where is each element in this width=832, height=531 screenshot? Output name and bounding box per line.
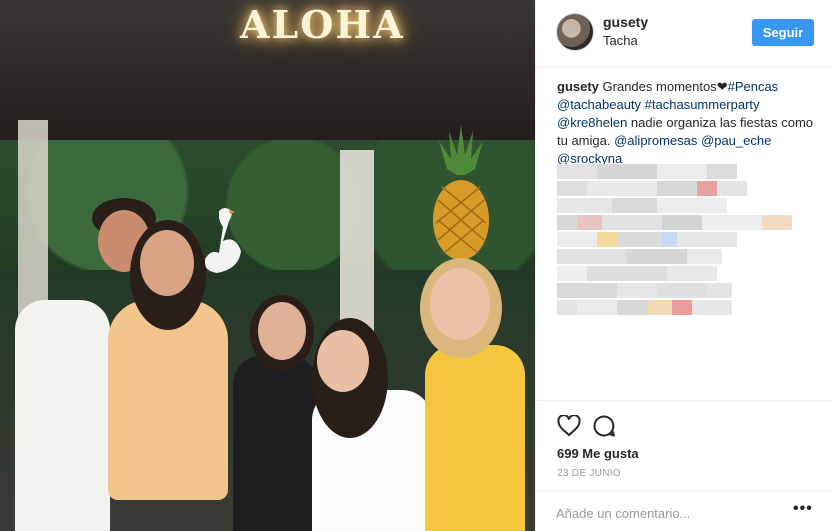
caption-text-intro: Grandes momentos❤ [602,79,728,94]
caption-username[interactable]: gusety [557,79,599,94]
post-caption: gusety Grandes momentos❤#Pencas @tachabe… [557,78,819,168]
post-date: 23 DE JUNIO [557,468,621,479]
blurred-row [557,215,819,230]
hashtag-pencas[interactable]: #Pencas [728,79,779,94]
blurred-row [557,249,819,264]
comment-button[interactable] [591,413,617,439]
person-5-top [425,345,525,531]
person-4-face [317,330,369,392]
blurred-row [557,283,819,298]
follow-button[interactable]: Seguir [752,19,814,46]
pineapple-icon [433,125,489,260]
header-username[interactable]: gusety [603,14,648,30]
mention-tachabeauty[interactable]: @tachabeauty [557,97,641,112]
like-button[interactable] [556,413,582,439]
aloha-sign: ALOHA [240,2,405,47]
mention-pau-eche[interactable]: @pau_eche [701,133,771,148]
comment-input[interactable] [556,503,786,523]
person-3-face [258,302,306,360]
blurred-row [557,164,819,179]
comment-bubble-icon [593,415,615,437]
post-header: gusety Tacha Seguir [536,0,832,68]
blurred-row [557,300,819,315]
blurred-row [557,198,819,213]
person-3-outfit [233,355,318,531]
like-count[interactable]: 699 Me gusta [557,446,639,461]
post-side-panel: gusety Tacha Seguir gusety Grandes momen… [535,0,832,531]
person-1-outfit [15,300,110,531]
mention-alipromesas[interactable]: @alipromesas [614,133,697,148]
comment-bar: ••• [536,491,832,531]
hashtag-tachasummerparty[interactable]: #tachasummerparty [645,97,760,112]
blurred-row [557,232,819,247]
blurred-comments [557,164,819,317]
avatar[interactable] [556,13,594,51]
person-2-dress [108,300,228,500]
post-actions: 699 Me gusta 23 DE JUNIO ••• [536,400,832,530]
blurred-row [557,266,819,281]
more-options-icon[interactable]: ••• [793,500,813,518]
person-2-face [140,230,194,296]
blurred-row [557,181,819,196]
heart-icon [557,415,581,437]
mention-kre8helen[interactable]: @kre8helen [557,115,627,130]
header-location[interactable]: Tacha [603,33,638,48]
swan-float-icon [205,208,241,273]
person-5-face [430,268,490,340]
post-photo[interactable]: ALOHA [0,0,535,531]
